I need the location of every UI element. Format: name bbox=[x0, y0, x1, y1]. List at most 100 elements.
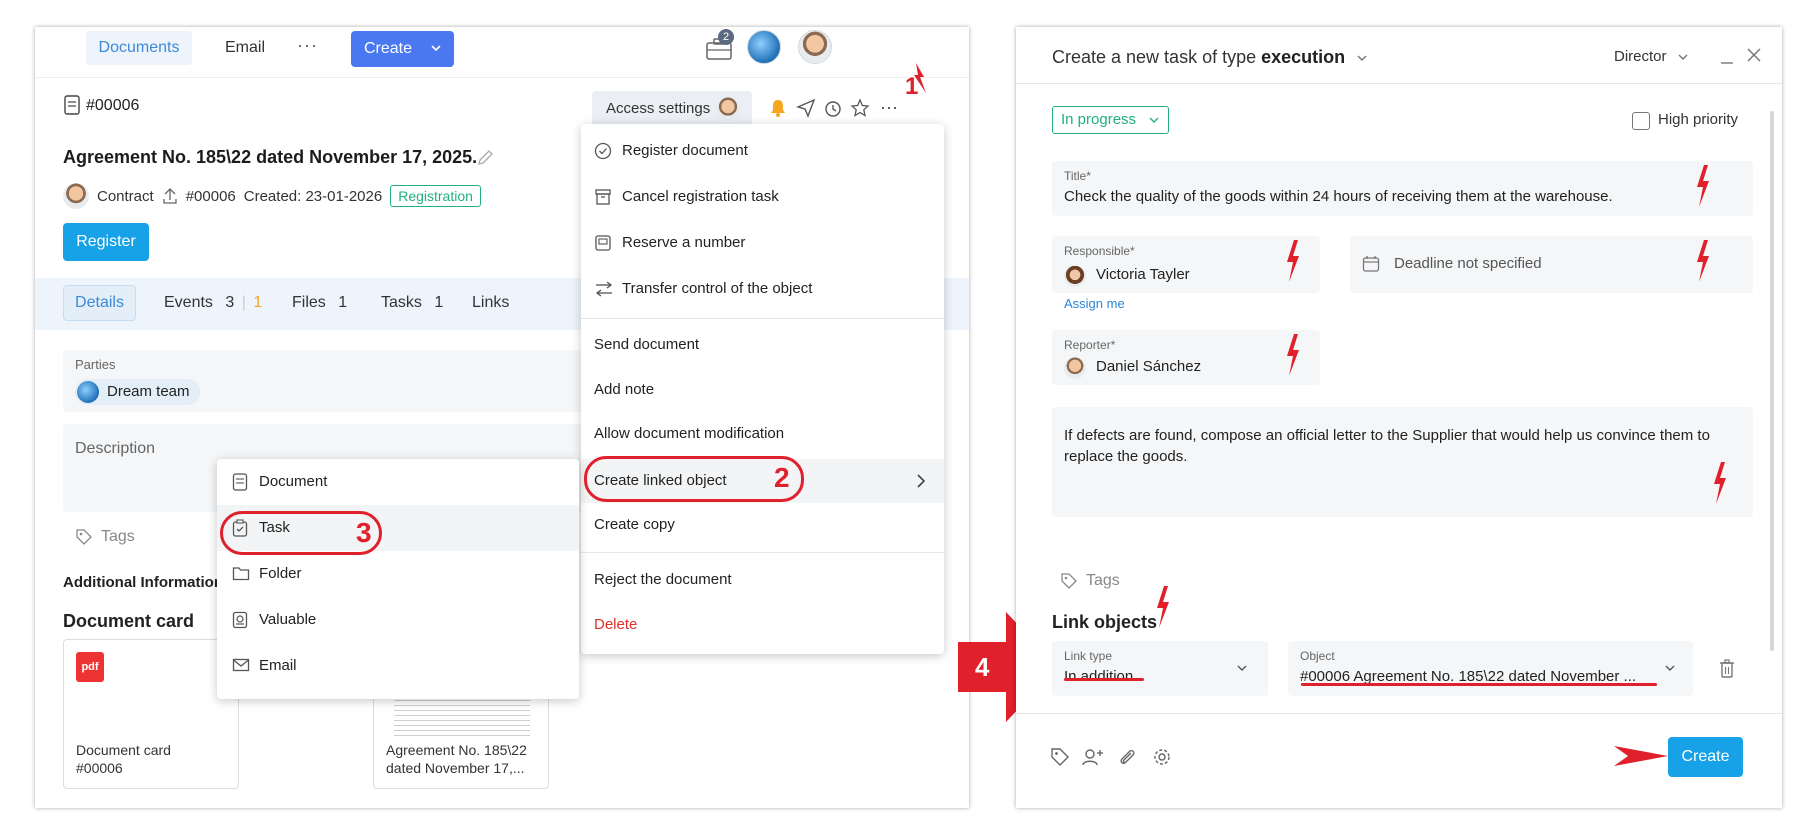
menu-divider bbox=[581, 552, 944, 553]
tab-details[interactable]: Details bbox=[63, 285, 136, 321]
document-number: #00006 bbox=[86, 97, 140, 114]
bell-icon[interactable] bbox=[769, 98, 787, 118]
tab-documents[interactable]: Documents bbox=[86, 31, 192, 65]
menu-transfer-control[interactable]: Transfer control of the object bbox=[581, 269, 944, 309]
register-button[interactable]: Register bbox=[63, 223, 149, 261]
party-chip[interactable]: Dream team bbox=[75, 379, 200, 405]
annotation-underline bbox=[1064, 678, 1144, 681]
menu-register-document[interactable]: Register document bbox=[581, 131, 944, 171]
envelope-icon bbox=[232, 657, 250, 673]
submenu-item-label: Document bbox=[259, 473, 328, 490]
document-icon bbox=[63, 95, 81, 115]
dialog-title-prefix: Create a new task of type bbox=[1052, 47, 1257, 67]
create-button[interactable]: Create bbox=[351, 31, 454, 67]
submenu-email[interactable]: Email bbox=[217, 643, 579, 689]
status-value: In progress bbox=[1061, 111, 1137, 128]
submenu-document[interactable]: Document bbox=[217, 459, 579, 505]
annotation-highlight-2 bbox=[584, 456, 804, 502]
menu-add-note[interactable]: Add note bbox=[581, 370, 944, 410]
chevron-down-icon[interactable] bbox=[1356, 53, 1368, 63]
add-user-icon[interactable] bbox=[1082, 747, 1104, 767]
role-label: Director bbox=[1614, 48, 1667, 65]
annotation-underline bbox=[1301, 683, 1657, 686]
document-actions-menu: Register document Cancel registration ta… bbox=[581, 124, 944, 654]
file-name-line: Document card bbox=[76, 742, 171, 758]
notification-badge: 2 bbox=[718, 29, 734, 45]
additional-information-heading[interactable]: Additional Information bbox=[63, 574, 223, 591]
tab-events[interactable]: Events 3 | 1 bbox=[164, 294, 262, 312]
deadline-value: Deadline not specified bbox=[1394, 255, 1542, 272]
create-task-button[interactable]: Create bbox=[1668, 737, 1743, 777]
menu-send-document[interactable]: Send document bbox=[581, 325, 944, 365]
document-icon bbox=[232, 473, 248, 491]
link-type-select[interactable]: Link type In addition bbox=[1052, 641, 1268, 696]
menu-reserve-number[interactable]: Reserve a number bbox=[581, 223, 944, 263]
menu-reject-document[interactable]: Reject the document bbox=[581, 560, 944, 600]
more-options-icon[interactable]: ··· bbox=[880, 97, 898, 118]
pdf-icon: pdf bbox=[76, 652, 104, 682]
gear-icon[interactable] bbox=[1152, 747, 1172, 767]
team-avatar-small bbox=[77, 381, 99, 403]
minimize-icon[interactable] bbox=[1720, 49, 1734, 65]
menu-item-label: Transfer control of the object bbox=[622, 280, 813, 297]
create-button-label: Create bbox=[364, 40, 413, 57]
trash-icon[interactable] bbox=[1718, 659, 1736, 679]
tag-icon[interactable] bbox=[1050, 747, 1070, 767]
tab-tasks[interactable]: Tasks 1 bbox=[381, 294, 443, 312]
annotation-step-3: 3 bbox=[356, 517, 372, 548]
menu-divider bbox=[581, 318, 944, 319]
paperclip-icon[interactable] bbox=[1117, 747, 1137, 767]
more-tabs-button[interactable]: ··· bbox=[297, 35, 318, 56]
tasks-count: 1 bbox=[434, 294, 444, 311]
object-select[interactable]: Object #00006 Agreement No. 185\22 dated… bbox=[1288, 641, 1693, 696]
role-selector[interactable]: Director bbox=[1614, 48, 1689, 65]
tab-email[interactable]: Email bbox=[225, 39, 265, 57]
title-field[interactable]: Title* Check the quality of the goods wi… bbox=[1052, 161, 1753, 216]
upload-icon[interactable] bbox=[162, 187, 178, 205]
valuable-icon bbox=[232, 611, 248, 629]
tags-field[interactable]: Tags bbox=[75, 528, 135, 546]
submenu-item-label: Folder bbox=[259, 565, 302, 582]
reporter-avatar bbox=[1064, 357, 1086, 379]
close-icon[interactable] bbox=[1746, 47, 1762, 63]
star-icon[interactable] bbox=[850, 98, 870, 118]
annotation-mark-icon bbox=[1695, 240, 1711, 282]
access-avatar bbox=[716, 97, 740, 121]
alarm-clock-icon[interactable] bbox=[823, 98, 843, 118]
dialog-scrollbar[interactable] bbox=[1770, 111, 1774, 651]
file-name-line: #00006 bbox=[76, 760, 123, 776]
send-icon[interactable] bbox=[796, 98, 816, 118]
high-priority-checkbox[interactable] bbox=[1632, 112, 1650, 130]
description-field[interactable]: If defects are found, compose an officia… bbox=[1052, 407, 1753, 517]
user-avatar[interactable] bbox=[798, 30, 832, 64]
deadline-field[interactable]: Deadline not specified bbox=[1350, 236, 1753, 293]
menu-allow-modification[interactable]: Allow document modification bbox=[581, 414, 944, 454]
access-settings-button[interactable]: Access settings bbox=[592, 91, 752, 127]
status-select[interactable]: In progress bbox=[1052, 106, 1169, 134]
team-avatar[interactable] bbox=[747, 30, 781, 64]
responsible-value: Victoria Tayler bbox=[1096, 266, 1190, 283]
annotation-mark-icon bbox=[1285, 334, 1301, 376]
task-type[interactable]: execution bbox=[1261, 47, 1345, 67]
title-value: Check the quality of the goods within 24… bbox=[1064, 188, 1613, 205]
reporter-field[interactable]: Reporter* Daniel Sánchez bbox=[1052, 330, 1320, 385]
submenu-valuable[interactable]: Valuable bbox=[217, 597, 579, 643]
file-card[interactable]: pdf Document card #00006 bbox=[63, 639, 239, 789]
tab-files-label: Files bbox=[292, 294, 326, 311]
tag-icon bbox=[75, 528, 93, 546]
edit-pencil-icon[interactable] bbox=[475, 148, 495, 168]
menu-delete[interactable]: Delete bbox=[581, 605, 944, 645]
file-name-line: dated November 17,... bbox=[386, 760, 525, 776]
responsible-field[interactable]: Responsible* Victoria Tayler bbox=[1052, 236, 1320, 293]
tab-links[interactable]: Links bbox=[472, 294, 509, 312]
annotation-arrow-icon bbox=[912, 63, 932, 93]
events-count-b: 1 bbox=[253, 294, 263, 311]
tag-icon bbox=[1060, 572, 1078, 590]
menu-cancel-registration-task[interactable]: Cancel registration task bbox=[581, 177, 944, 217]
submenu-folder[interactable]: Folder bbox=[217, 551, 579, 597]
tab-files[interactable]: Files 1 bbox=[292, 294, 347, 312]
tags-field[interactable]: Tags bbox=[1060, 572, 1120, 590]
assign-me-link[interactable]: Assign me bbox=[1064, 296, 1125, 311]
menu-create-copy[interactable]: Create copy bbox=[581, 505, 944, 545]
menu-item-label: Reject the document bbox=[594, 571, 732, 588]
